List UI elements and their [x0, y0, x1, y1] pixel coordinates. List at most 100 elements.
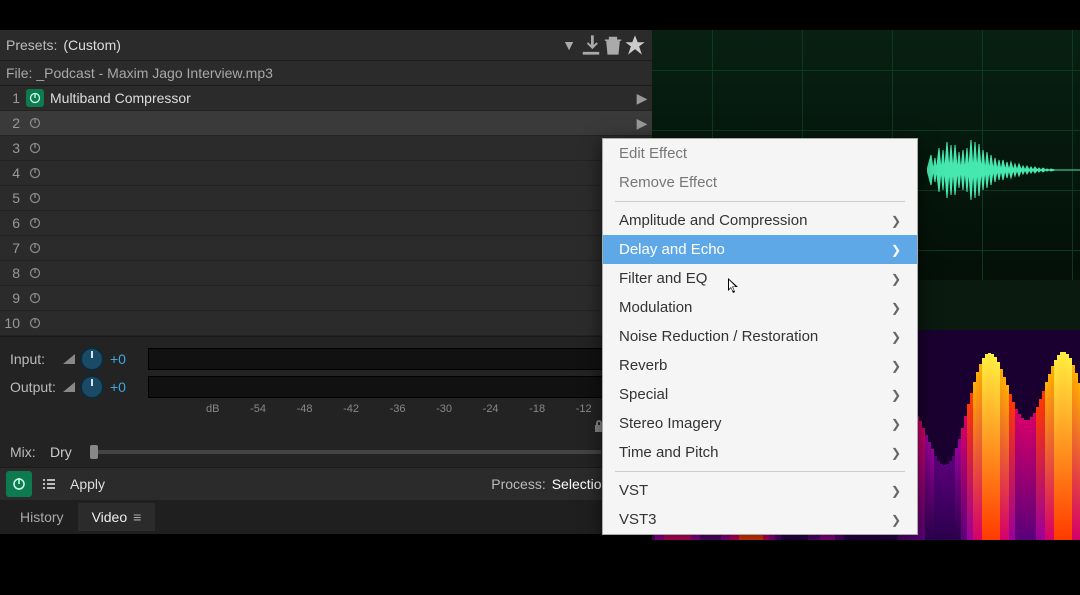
- slot-power-button[interactable]: [26, 114, 44, 132]
- db-tick: -48: [297, 403, 313, 415]
- slot-power-button[interactable]: [26, 289, 44, 307]
- slot-number: 7: [0, 240, 20, 256]
- app-root: Presets: (Custom) ▼ File: _Podcast - Max…: [0, 0, 1080, 595]
- effect-slot[interactable]: 10: [0, 311, 652, 336]
- file-name: _Podcast - Maxim Jago Interview.mp3: [36, 65, 273, 81]
- apply-button[interactable]: Apply: [70, 476, 105, 492]
- effect-slot[interactable]: 7: [0, 236, 652, 261]
- slot-power-button[interactable]: [26, 164, 44, 182]
- menu-item-label: Remove Effect: [619, 174, 717, 191]
- db-tick: -18: [529, 403, 545, 415]
- effect-slot[interactable]: 9: [0, 286, 652, 311]
- effect-slot[interactable]: 2▶: [0, 111, 652, 136]
- submenu-arrow-icon: ❯: [891, 484, 901, 498]
- output-meter: [148, 376, 642, 398]
- submenu-arrow-icon: ❯: [891, 243, 901, 257]
- submenu-arrow-icon: ❯: [891, 301, 901, 315]
- list-view-icon[interactable]: [38, 473, 60, 495]
- slot-number: 2: [0, 115, 20, 131]
- menu-item-label: Delay and Echo: [619, 241, 725, 258]
- presets-value[interactable]: (Custom): [63, 37, 558, 53]
- slot-expand-icon[interactable]: ▶: [632, 115, 652, 132]
- input-value[interactable]: +0: [110, 351, 136, 367]
- slot-power-button[interactable]: [26, 189, 44, 207]
- menu-item[interactable]: VST3❯: [603, 505, 917, 534]
- output-level-row: Output: +0: [10, 373, 642, 401]
- import-icon[interactable]: [580, 34, 602, 56]
- menu-item[interactable]: VST ❯: [603, 476, 917, 505]
- star-icon[interactable]: [624, 34, 646, 56]
- menu-separator: [615, 201, 905, 202]
- effect-slot[interactable]: 4: [0, 161, 652, 186]
- menu-separator: [615, 471, 905, 472]
- db-tick: -42: [343, 403, 359, 415]
- presets-row: Presets: (Custom) ▼: [0, 30, 652, 61]
- slot-number: 4: [0, 165, 20, 181]
- db-tick: -54: [250, 403, 266, 415]
- menu-item[interactable]: Reverb❯: [603, 351, 917, 380]
- menu-item[interactable]: Noise Reduction / Restoration ❯: [603, 322, 917, 351]
- menu-item-label: Filter and EQ: [619, 270, 707, 287]
- slot-number: 9: [0, 290, 20, 306]
- menu-item[interactable]: Stereo Imagery❯: [603, 409, 917, 438]
- db-tick: -36: [390, 403, 406, 415]
- menu-item[interactable]: Amplitude and Compression❯: [603, 206, 917, 235]
- rack-power-button[interactable]: [6, 471, 32, 497]
- effects-rack-panel: Presets: (Custom) ▼ File: _Podcast - Max…: [0, 30, 652, 505]
- menu-item[interactable]: Delay and Echo ❯: [603, 235, 917, 264]
- slot-power-button[interactable]: [26, 314, 44, 332]
- effect-slot[interactable]: 8: [0, 261, 652, 286]
- mix-slider[interactable]: [90, 450, 602, 454]
- mix-dry-label: Dry: [50, 444, 72, 460]
- menu-item[interactable]: Modulation ❯: [603, 293, 917, 322]
- output-knob[interactable]: [80, 375, 104, 399]
- slot-power-button[interactable]: [26, 139, 44, 157]
- slot-expand-icon[interactable]: ▶: [632, 90, 652, 107]
- db-ruler: dB-54-48-42-36-30-24-18-12-6: [206, 403, 632, 415]
- menu-item-label: Amplitude and Compression: [619, 212, 807, 229]
- effect-slot[interactable]: 5: [0, 186, 652, 211]
- tab-history[interactable]: History: [6, 503, 78, 531]
- menu-item-label: Special: [619, 386, 668, 403]
- menu-item[interactable]: Special❯: [603, 380, 917, 409]
- effect-slot[interactable]: 1 Multiband Compressor▶: [0, 86, 652, 111]
- effect-slots: 1Multiband Compressor▶2▶345678910: [0, 86, 652, 336]
- menu-item-label: Noise Reduction / Restoration: [619, 328, 818, 345]
- slot-power-button[interactable]: [26, 264, 44, 282]
- slot-number: 10: [0, 315, 20, 331]
- mix-row: Mix: Dry Wet: [0, 437, 652, 467]
- slot-power-button[interactable]: [26, 89, 44, 107]
- menu-item-label: VST: [619, 482, 648, 499]
- input-label: Input:: [10, 351, 62, 367]
- apply-row: Apply Process: Selection Only: [0, 467, 652, 500]
- process-label: Process:: [491, 476, 545, 492]
- output-label: Output:: [10, 379, 62, 395]
- output-value[interactable]: +0: [110, 379, 136, 395]
- file-label: File:: [6, 65, 32, 81]
- trash-icon[interactable]: [602, 34, 624, 56]
- effect-slot[interactable]: 3: [0, 136, 652, 161]
- input-level-row: Input: +0: [10, 345, 642, 373]
- input-knob[interactable]: [80, 347, 104, 371]
- output-triangle-icon: [62, 380, 76, 394]
- menu-item[interactable]: Filter and EQ ❯: [603, 264, 917, 293]
- slot-number: 5: [0, 190, 20, 206]
- slot-effect-name[interactable]: Multiband Compressor: [50, 90, 632, 106]
- tab-menu-icon[interactable]: ≡: [133, 509, 141, 525]
- mix-slider-thumb[interactable]: [90, 445, 98, 459]
- tab-video[interactable]: Video≡: [78, 503, 156, 531]
- db-tick: -12: [576, 403, 592, 415]
- slot-number: 1: [0, 90, 20, 106]
- presets-label: Presets:: [6, 37, 57, 53]
- presets-dropdown-icon[interactable]: ▼: [558, 34, 580, 56]
- slot-power-button[interactable]: [26, 214, 44, 232]
- db-tick: -30: [436, 403, 452, 415]
- file-row: File: _Podcast - Maxim Jago Interview.mp…: [0, 61, 652, 86]
- slot-power-button[interactable]: [26, 239, 44, 257]
- levels-section: Input: +0 Output: +0 dB-54-48-42-36-30-2…: [0, 336, 652, 417]
- effect-slot[interactable]: 6: [0, 211, 652, 236]
- menu-item[interactable]: Time and Pitch❯: [603, 438, 917, 467]
- submenu-arrow-icon: ❯: [891, 272, 901, 286]
- menu-item-label: Modulation: [619, 299, 692, 316]
- submenu-arrow-icon: ❯: [891, 330, 901, 344]
